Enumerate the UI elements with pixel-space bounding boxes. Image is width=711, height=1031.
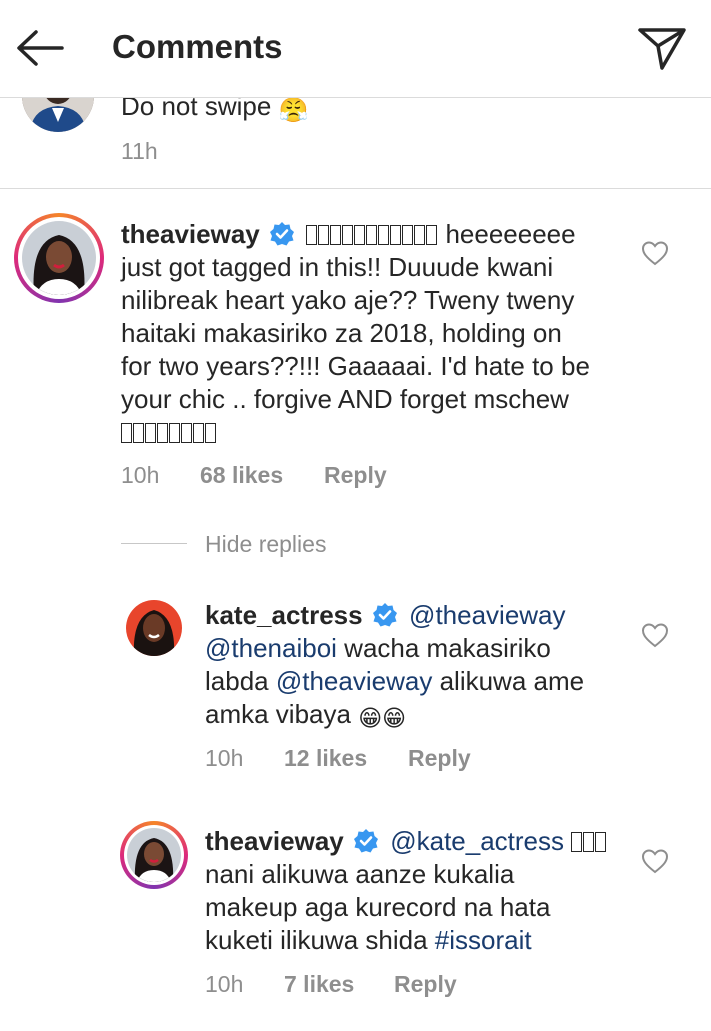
direct-message-icon[interactable]: [636, 24, 688, 72]
back-arrow-icon[interactable]: [14, 26, 66, 70]
verified-badge-icon: [269, 222, 294, 246]
comment-divider: [0, 188, 711, 189]
likes-count[interactable]: 7 likes: [284, 971, 354, 998]
like-heart-icon[interactable]: [641, 622, 669, 648]
username[interactable]: kate_actress: [205, 600, 363, 630]
comment-body: theavieway heeeeeeee just got tagged in …: [121, 218, 641, 449]
comment-time: 10h: [205, 971, 244, 997]
thread-line: [121, 543, 187, 544]
steam-face-emoji-icon: 😤: [278, 97, 309, 124]
avatar[interactable]: [126, 600, 182, 656]
reply-button[interactable]: Reply: [324, 462, 387, 489]
hide-replies-button[interactable]: Hide replies: [205, 531, 326, 558]
like-heart-icon[interactable]: [641, 848, 669, 874]
reply-button[interactable]: Reply: [394, 971, 457, 998]
top-app-bar: Comments: [0, 0, 711, 98]
avatar[interactable]: [14, 213, 104, 303]
username[interactable]: theavieway: [121, 219, 260, 249]
unrendered-emoji-glyphs: [306, 219, 438, 249]
comment-time: 10h: [205, 745, 244, 771]
mention-link[interactable]: @theavieway: [409, 600, 565, 630]
unrendered-emoji-glyphs: [121, 416, 641, 449]
verified-badge-icon: [353, 829, 378, 853]
avatar[interactable]: [120, 821, 188, 889]
page-title: Comments: [112, 28, 283, 65]
unrendered-emoji-glyphs: [571, 826, 607, 856]
comment-time: 10h: [121, 462, 160, 488]
reply-body: theavieway @kate_actress nani alikuwa aa…: [205, 825, 635, 957]
verified-badge-icon: [372, 603, 397, 627]
mention-link[interactable]: @thenaiboi: [205, 633, 337, 663]
comment-time: 11h: [121, 138, 158, 164]
grinning-emoji-icon: 😁😁: [358, 705, 407, 731]
reply-body: kate_actress @theavieway @thenaiboi wach…: [205, 599, 635, 735]
mention-link[interactable]: @kate_actress: [390, 826, 564, 856]
username[interactable]: theavieway: [205, 826, 344, 856]
mention-link[interactable]: @theavieway: [276, 666, 432, 696]
like-heart-icon[interactable]: [641, 240, 669, 266]
likes-count[interactable]: 12 likes: [284, 745, 367, 772]
likes-count[interactable]: 68 likes: [200, 462, 283, 489]
reply-button[interactable]: Reply: [408, 745, 471, 772]
hashtag-link[interactable]: #issorait: [435, 925, 532, 955]
